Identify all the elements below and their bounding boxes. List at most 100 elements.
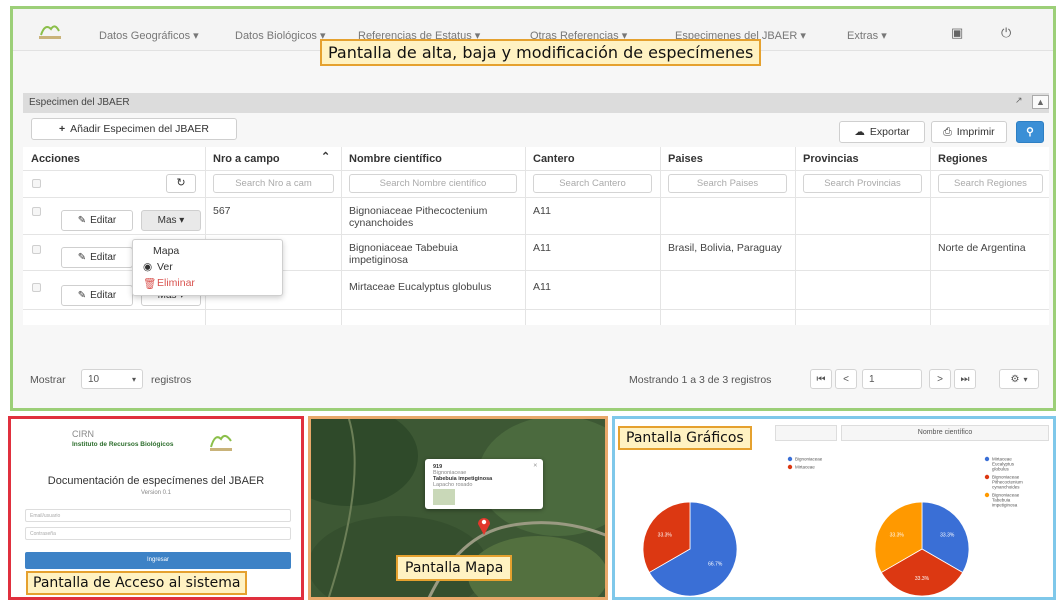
expand-icon[interactable]: ↗: [1015, 95, 1023, 106]
search-nombre-input[interactable]: Search Nombre científico: [349, 174, 517, 193]
print-label: Imprimir: [956, 126, 995, 138]
pie-data-label: 33.3%: [658, 532, 673, 538]
cell-cantero: A11: [533, 242, 551, 254]
more-button[interactable]: Mas ▾: [141, 210, 201, 231]
legend-marker: [787, 464, 793, 470]
callout-crud: Pantalla de alta, baja y modificación de…: [320, 39, 762, 66]
nav-datos-geograficos[interactable]: Datos Geográficos ▾: [99, 29, 199, 42]
add-specimen-label: Añadir Especimen del JBAER: [70, 123, 210, 135]
header-cantero[interactable]: Cantero: [533, 153, 575, 165]
edit-label: Editar: [90, 215, 117, 226]
login-button[interactable]: Ingresar: [25, 552, 291, 569]
pie-data-label: 33.3%: [890, 532, 905, 538]
nav-extras[interactable]: Extras ▾: [847, 29, 887, 42]
more-actions-menu: Mapa ◉ Ver 🗑 Eliminar: [132, 239, 283, 296]
row-checkbox[interactable]: [32, 207, 41, 216]
edit-label: Editar: [90, 290, 117, 301]
legend-label: Bignoniaceae: [795, 457, 823, 462]
lock-icon[interactable]: ▣: [951, 25, 963, 41]
sort-up-icon[interactable]: ⌃: [321, 151, 330, 163]
header-acciones: Acciones: [31, 153, 80, 165]
section-header: Especimen del JBAER ↗ ▲: [23, 93, 1049, 113]
search-cantero-input[interactable]: Search Cantero: [533, 174, 652, 193]
show-label: Mostrar: [30, 374, 66, 386]
username-field[interactable]: Email/usuario: [25, 509, 291, 522]
page-number-input[interactable]: 1: [862, 369, 922, 389]
add-specimen-button[interactable]: + Añadir Especimen del JBAER: [31, 118, 237, 140]
search-paises-input[interactable]: Search Paises: [668, 174, 787, 193]
header-provincias[interactable]: Provincias: [803, 153, 859, 165]
chevron-right-icon: >: [937, 373, 943, 385]
header-paises[interactable]: Paises: [668, 153, 703, 165]
collapse-icon[interactable]: ▲: [1032, 95, 1049, 109]
legend-label: globulus: [992, 467, 1010, 472]
legend-marker: [984, 492, 990, 498]
select-all-checkbox[interactable]: [32, 179, 41, 188]
pencil-icon: ✎: [77, 290, 87, 301]
export-button[interactable]: ☁ Exportar: [839, 121, 925, 143]
pencil-icon: ✎: [77, 215, 87, 226]
page-size-select[interactable]: 10 ▾: [81, 369, 143, 389]
login-title: Documentación de especímenes del JBAER: [47, 475, 265, 487]
first-page-icon: ⏮: [816, 373, 826, 385]
refresh-icon: ↻: [176, 177, 186, 189]
gear-icon: ⚙: [1010, 373, 1020, 385]
menu-item-mapa[interactable]: Mapa: [153, 245, 179, 257]
prev-page-button[interactable]: <: [835, 369, 857, 389]
header-regiones[interactable]: Regiones: [938, 153, 988, 165]
menu-item-ver[interactable]: Ver: [157, 261, 173, 273]
caret-down-icon: ▾: [1023, 374, 1028, 384]
row-checkbox[interactable]: [32, 283, 41, 292]
password-field[interactable]: Contraseña: [25, 527, 291, 540]
eye-icon: ◉: [143, 261, 153, 273]
cell-paises: Brasil, Bolivia, Paraguay: [668, 242, 782, 254]
header-nombre-cientifico[interactable]: Nombre científico: [349, 153, 442, 165]
map-marker-icon[interactable]: [477, 515, 491, 535]
print-button[interactable]: ⎙ Imprimir: [931, 121, 1007, 143]
jbaer-logo: [39, 25, 61, 39]
page-size-value: 10: [88, 373, 100, 385]
records-label: registros: [151, 374, 192, 386]
header-nro-campo[interactable]: Nro a campo: [213, 153, 280, 165]
search-button[interactable]: ⚲: [1016, 121, 1044, 143]
export-label: Exportar: [869, 126, 910, 138]
cell-nombre: Mirtaceae Eucalyptus globulus: [349, 281, 492, 293]
settings-button[interactable]: ⚙ ▾: [999, 369, 1039, 389]
pie-data-label: 33.3%: [940, 532, 955, 538]
section-title: Especimen del JBAER: [29, 97, 130, 108]
edit-button[interactable]: ✎ Editar: [61, 285, 133, 306]
chevron-left-icon: <: [843, 373, 849, 385]
pie-data-label: 33.3%: [915, 576, 930, 582]
jbaer-logo: [210, 435, 232, 451]
edit-button[interactable]: ✎ Editar: [61, 210, 133, 231]
search-provincias-input[interactable]: Search Provincias: [803, 174, 922, 193]
search-regiones-input[interactable]: Search Regiones: [938, 174, 1043, 193]
popup-common: Lapacho rosado: [433, 482, 473, 488]
next-page-button[interactable]: >: [929, 369, 951, 389]
pencil-icon: ✎: [77, 252, 87, 263]
last-page-button[interactable]: ⏭: [954, 369, 976, 389]
nav-datos-biologicos[interactable]: Datos Biológicos ▾: [235, 29, 326, 42]
cloud-download-icon: ☁: [854, 126, 865, 138]
cell-cantero: A11: [533, 281, 551, 293]
power-icon[interactable]: ⏻: [1001, 25, 1011, 41]
edit-label: Editar: [90, 252, 117, 263]
menu-item-eliminar[interactable]: Eliminar: [157, 277, 195, 289]
legend-marker: [984, 474, 990, 480]
specimen-thumbnail: [433, 489, 455, 505]
search-nro-input[interactable]: Search Nro a cam: [213, 174, 334, 193]
refresh-button[interactable]: ↻: [166, 174, 196, 193]
row-checkbox[interactable]: [32, 245, 41, 254]
login-version: Version 0.1: [140, 490, 172, 496]
records-summary: Mostrando 1 a 3 de 3 registros: [629, 374, 772, 386]
specimen-crud-panel: Datos Geográficos ▾ Datos Biológicos ▾ R…: [10, 6, 1056, 411]
specimen-table: Acciones Nro a campo ⌃ Nombre científico…: [23, 147, 1049, 325]
map-popup: 919 Bignoniaceae Tabebuia impetiginosa L…: [425, 459, 543, 509]
first-page-button[interactable]: ⏮: [810, 369, 832, 389]
close-icon[interactable]: ✕: [533, 463, 538, 469]
plus-icon: +: [58, 123, 66, 135]
edit-button[interactable]: ✎ Editar: [61, 247, 133, 268]
trash-icon: 🗑: [143, 278, 157, 290]
cell-nro: 567: [213, 205, 231, 217]
pie-data-label: 66.7%: [708, 562, 723, 568]
